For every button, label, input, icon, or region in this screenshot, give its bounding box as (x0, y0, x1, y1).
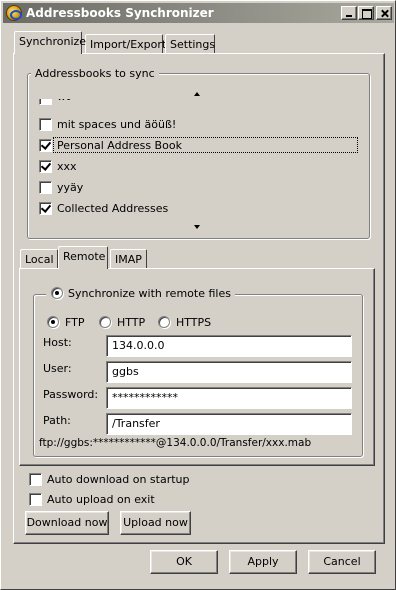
protocol-radio-https[interactable] (158, 316, 170, 328)
addressbook-checkbox-mit-spaces[interactable] (39, 118, 52, 131)
tab-synchronize[interactable]: Synchronize (14, 31, 86, 54)
addressbook-label-yyay: yyäy (57, 181, 84, 194)
auto-download-label: Auto download on startup (47, 473, 190, 486)
addressbook-checkbox-personal[interactable] (39, 139, 52, 152)
addressbook-checkbox-wt[interactable] (39, 99, 52, 105)
password-input[interactable]: ************ (106, 387, 352, 409)
user-input-value: ggbs (112, 365, 139, 378)
addressbook-label-personal: Personal Address Book (57, 139, 182, 152)
protocol-label-https: HTTPS (176, 316, 212, 329)
addressbooks-group-label: Addressbooks to sync (31, 67, 159, 80)
host-input[interactable]: 134.0.0.0 (106, 335, 352, 357)
path-input[interactable]: /Transfer (106, 413, 352, 435)
addressbook-checkbox-collected[interactable] (39, 202, 52, 215)
tab-import-export[interactable]: Import/Export (85, 34, 167, 54)
scroll-down-arrow-icon[interactable] (194, 225, 200, 229)
addressbook-label-mit-spaces: mit spaces und äöüß! (57, 118, 177, 131)
host-input-value: 134.0.0.0 (112, 339, 165, 352)
password-input-value: ************ (112, 391, 178, 404)
tab-imap-label: IMAP (115, 253, 142, 266)
tab-synchronize-label: Synchronize (19, 35, 87, 48)
auto-upload-label: Auto upload on exit (47, 493, 155, 506)
tab-remote[interactable]: Remote (58, 246, 108, 269)
apply-button-label: Apply (247, 555, 279, 568)
addressbook-label-collected: Collected Addresses (57, 202, 169, 215)
title-bar[interactable]: Addressbooks Synchronizer (3, 3, 394, 23)
minimize-button[interactable] (341, 6, 357, 20)
scroll-up-arrow-icon[interactable] (194, 92, 200, 96)
auto-upload-checkbox[interactable] (29, 493, 42, 506)
remote-url-preview: ftp://ggbs:************@134.0.0.0/Transf… (39, 437, 312, 449)
tab-import-export-label: Import/Export (90, 38, 167, 51)
path-input-value: /Transfer (112, 417, 160, 430)
path-label: Path: (43, 414, 71, 427)
main-window: Addressbooks Synchronizer Synchronize Im… (0, 0, 396, 590)
cancel-button[interactable]: Cancel (308, 550, 376, 574)
ok-button-label: OK (176, 555, 192, 568)
user-label: User: (43, 362, 72, 375)
remote-sync-label: Synchronize with remote files (68, 287, 231, 300)
tab-settings[interactable]: Settings (165, 34, 215, 54)
close-button[interactable] (376, 6, 392, 20)
apply-button[interactable]: Apply (229, 550, 297, 574)
addressbook-label-xxx: xxx (57, 160, 77, 173)
download-now-button-label: Download now (26, 516, 108, 529)
tab-local[interactable]: Local (20, 249, 58, 269)
password-label: Password: (43, 388, 99, 401)
tab-imap[interactable]: IMAP (110, 249, 147, 269)
tab-local-label: Local (25, 253, 54, 266)
download-now-button[interactable]: Download now (25, 511, 109, 535)
addressbook-checkbox-xxx[interactable] (39, 160, 52, 173)
protocol-radio-http[interactable] (99, 316, 111, 328)
addressbook-label-wt: wt (57, 99, 70, 103)
app-icon (6, 5, 22, 21)
tab-remote-label: Remote (63, 250, 106, 263)
host-label: Host: (43, 336, 72, 349)
cancel-button-label: Cancel (323, 555, 361, 568)
protocol-label-http: HTTP (117, 316, 146, 329)
maximize-button[interactable] (358, 6, 374, 20)
upload-now-button-label: Upload now (123, 516, 188, 529)
window-title: Addressbooks Synchronizer (26, 6, 214, 20)
upload-now-button[interactable]: Upload now (120, 511, 191, 535)
auto-download-checkbox[interactable] (29, 473, 42, 486)
remote-sync-legend: Synchronize with remote files (46, 287, 235, 300)
protocol-label-ftp: FTP (65, 316, 85, 329)
addressbook-checkbox-yyay[interactable] (39, 181, 52, 194)
tab-settings-label: Settings (170, 38, 216, 51)
addressbook-list: wt mit spaces und äöüß! Personal Address… (31, 99, 363, 219)
ok-button[interactable]: OK (150, 550, 218, 574)
remote-sync-radio[interactable] (51, 287, 63, 299)
protocol-radio-ftp[interactable] (47, 316, 59, 328)
user-input[interactable]: ggbs (106, 361, 352, 383)
